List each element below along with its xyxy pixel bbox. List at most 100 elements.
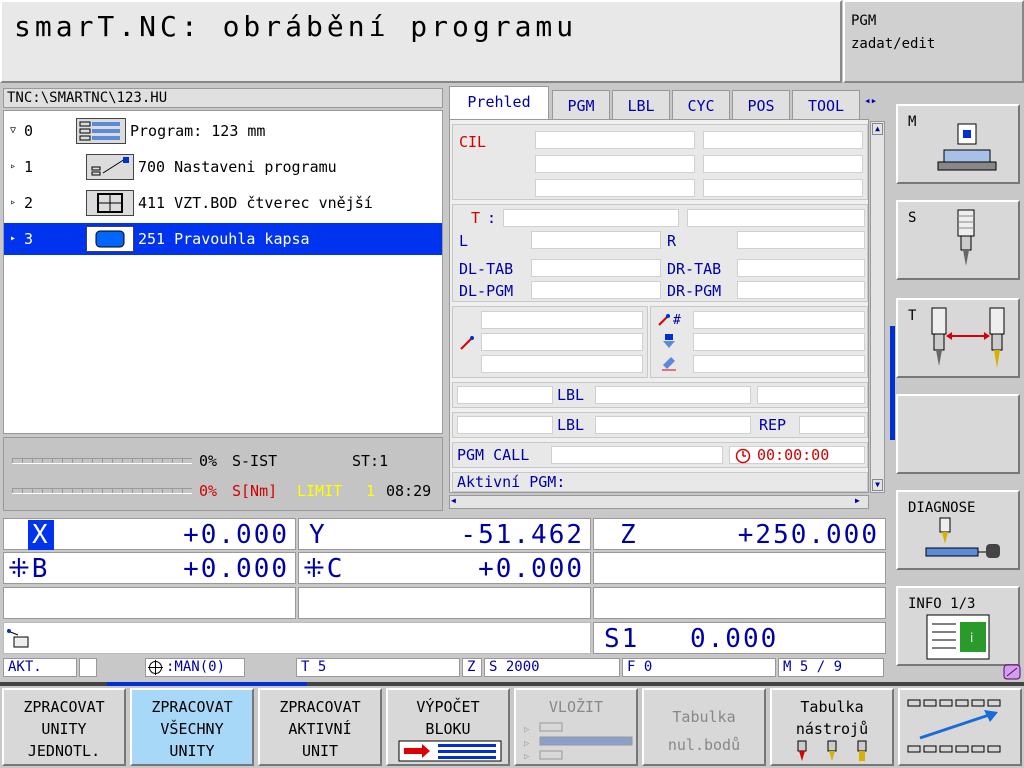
torque-load-bar [12,488,192,494]
tool-axis: Z [462,658,482,677]
l-label: L [459,232,469,250]
pgm-call-label: PGM CALL [457,446,530,464]
s1-label: S1 [604,624,640,654]
tab-lbl[interactable]: LBL [612,90,670,119]
m-function-button[interactable]: M [896,104,1020,184]
empty-side-button[interactable] [896,394,1020,474]
tab-scroll-icon[interactable]: ◂▸ [864,94,877,107]
tool-number-icon: # [657,311,687,331]
softkey-line: AKTIVNÍ [288,720,352,738]
diagnose-button[interactable]: DIAGNOSE [896,490,1020,570]
pocket-cycle-icon [86,226,134,252]
process-all-units-button[interactable]: ZPRACOVAT VŠECHNY UNITY [130,688,254,766]
axis-x-label: X [28,520,54,550]
title-bar: smarT.NC: obrábění programu [0,0,842,83]
mode-line-1: PGM [851,13,877,29]
spindle-label: S-IST [232,452,278,470]
collapse-icon[interactable]: ▽ [6,115,20,147]
program-path: TNC:\SMARTNC\123.HU [3,88,443,108]
axis-z-display: Z +250.000 [593,518,886,550]
info-label: INFO 1/3 [908,596,976,612]
tree-row-label: 700 Nastaveni programu [138,158,337,176]
vertical-scrollbar[interactable]: ▲ ▼ [870,121,885,493]
tab-cyc[interactable]: CYC [672,90,730,119]
insert-button[interactable]: VLOŽIT ▷ ▷ ▷ [514,688,638,766]
tree-row-number: 0 [24,122,34,140]
softkey-row-switch-icon [906,698,1014,762]
t-tool-change-button[interactable]: T [896,298,1020,378]
overview-panel: CIL T : L R DL-TAB DR-TAB DL-PGM DR-PGM [449,119,869,493]
svg-text:▷: ▷ [524,752,530,760]
softkey-line: UNITY [41,720,87,738]
actual-pos-mode: AKT. [3,658,77,677]
axis-z-value: +250.000 [737,520,879,550]
tool-table-button[interactable]: Tabulka nástrojů [770,688,894,766]
side-scroll-indicator [890,326,895,440]
machine-icon [936,120,1000,184]
process-active-unit-button[interactable]: ZPRACOVAT AKTIVNÍ UNIT [258,688,382,766]
datum-table-button[interactable]: Tabulka nul.bodů [642,688,766,766]
axis-z-label: Z [620,520,638,550]
run-timer: 00:00:00 [757,446,830,464]
spindle-load-bar [12,458,192,464]
tree-row-1[interactable]: ▹ 1 700 Nastaveni programu [4,151,442,183]
tab-pos[interactable]: POS [732,90,790,119]
tab-tool[interactable]: TOOL [792,90,860,119]
t-label: T [908,308,917,324]
scroll-right-icon[interactable]: ▶ [855,496,867,508]
svg-text:#: # [673,313,681,327]
block-scan-button[interactable]: VÝPOČET BLOKU [386,688,510,766]
svg-text:i: i [970,631,973,645]
axis-b-value: +0.000 [183,554,289,584]
feed-icon [459,335,475,355]
torque-percent: 0% [199,482,218,500]
spindle-tool-icon [954,208,978,276]
info-button[interactable]: INFO 1/3 i [896,586,1020,666]
tree-row-number: 3 [24,230,34,248]
softkey-line: nul.bodů [667,736,741,754]
softkey-line: UNITY [169,742,215,760]
active-pgm-label: Aktivní PGM: [457,473,566,491]
expand-icon[interactable]: ▹ [6,151,20,183]
expand-icon[interactable]: ▹ [6,187,20,219]
tab-pgm[interactable]: PGM [552,90,610,119]
program-tree[interactable]: ▽ 0 Program: 123 mm ▹ 1 700 Nastaveni pr… [3,110,443,434]
limit-value: 1 [366,482,376,500]
scroll-down-icon[interactable]: ▼ [872,479,883,491]
spindle-speed: S 2000 [484,658,620,677]
softkey-line: ZPRACOVAT [151,698,233,716]
s-label: S [908,210,917,226]
axis-b-display: ⁜B +0.000 [3,552,296,584]
horizontal-scrollbar[interactable]: ◀ ▶ [449,495,869,509]
m-label: M [908,114,917,130]
tree-row-3[interactable]: ▸ 3 251 Pravouhla kapsa [4,223,442,255]
tree-row-0[interactable]: ▽ 0 Program: 123 mm [4,115,442,147]
empty-axis-display [298,587,591,619]
axis-b-label: ⁜B [8,554,50,584]
datum-cycle-icon [86,190,134,216]
tool-t-label: T [471,209,481,227]
program-settings-icon [86,154,134,180]
next-softkey-row-button[interactable] [898,688,1022,766]
spindle-status: 0% S-IST ST:1 0% S[Nm] LIMIT 1 08:29 [3,437,443,511]
scroll-left-icon[interactable]: ◀ [451,496,463,508]
diagnose-icon [924,516,1004,570]
spindle-speed-display: S1 0.000 [593,622,886,654]
tree-row-label: Program: 123 mm [130,122,266,140]
process-single-units-button[interactable]: ZPRACOVAT UNITY JEDNOTL. [2,688,126,766]
softkey-line: Tabulka [800,698,864,716]
expand-icon[interactable]: ▸ [6,223,20,255]
tab-prehled[interactable]: Prehled [449,86,549,120]
axis-c-label: ⁜C [303,554,345,584]
coolant-icon [661,355,677,375]
s-spindle-button[interactable]: S [896,200,1020,280]
scroll-up-icon[interactable]: ▲ [872,123,883,135]
axis-y-label: Y [309,520,327,550]
softkey-line: ZPRACOVAT [23,698,105,716]
tree-row-2[interactable]: ▹ 2 411 VZT.BOD čtverec vnější [4,187,442,219]
program-icon [76,118,126,144]
softkey-page-indicator [107,682,307,686]
cil-label: CIL [459,133,487,151]
tree-row-label: 411 VZT.BOD čtverec vnější [138,194,373,212]
torque-label: S[Nm] [232,482,278,500]
